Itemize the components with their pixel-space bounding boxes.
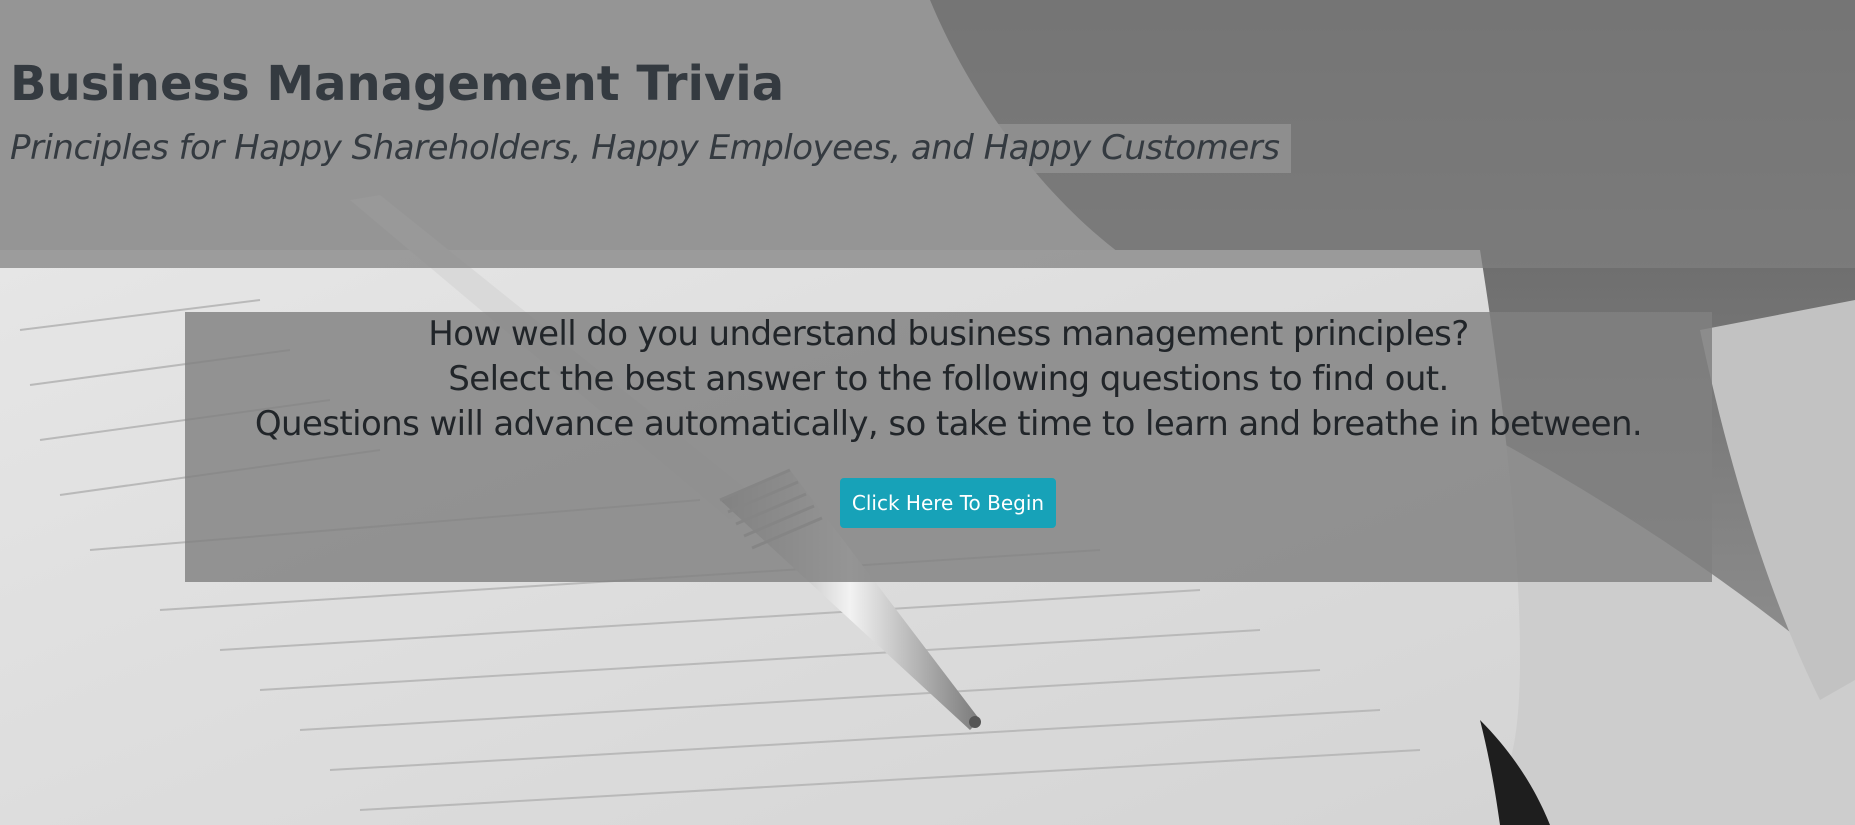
page-subtitle: Principles for Happy Shareholders, Happy… — [8, 124, 1291, 173]
intro-line-2: Select the best answer to the following … — [448, 359, 1449, 399]
page-header: Business Management Trivia Principles fo… — [0, 0, 1855, 268]
begin-button[interactable]: Click Here To Begin — [840, 478, 1056, 528]
page-title: Business Management Trivia — [8, 48, 784, 120]
intro-line-1: How well do you understand business mana… — [428, 314, 1469, 354]
intro-line-3: Questions will advance automatically, so… — [254, 404, 1643, 444]
intro-text: How well do you understand business mana… — [185, 312, 1712, 447]
intro-panel: How well do you understand business mana… — [185, 312, 1712, 582]
